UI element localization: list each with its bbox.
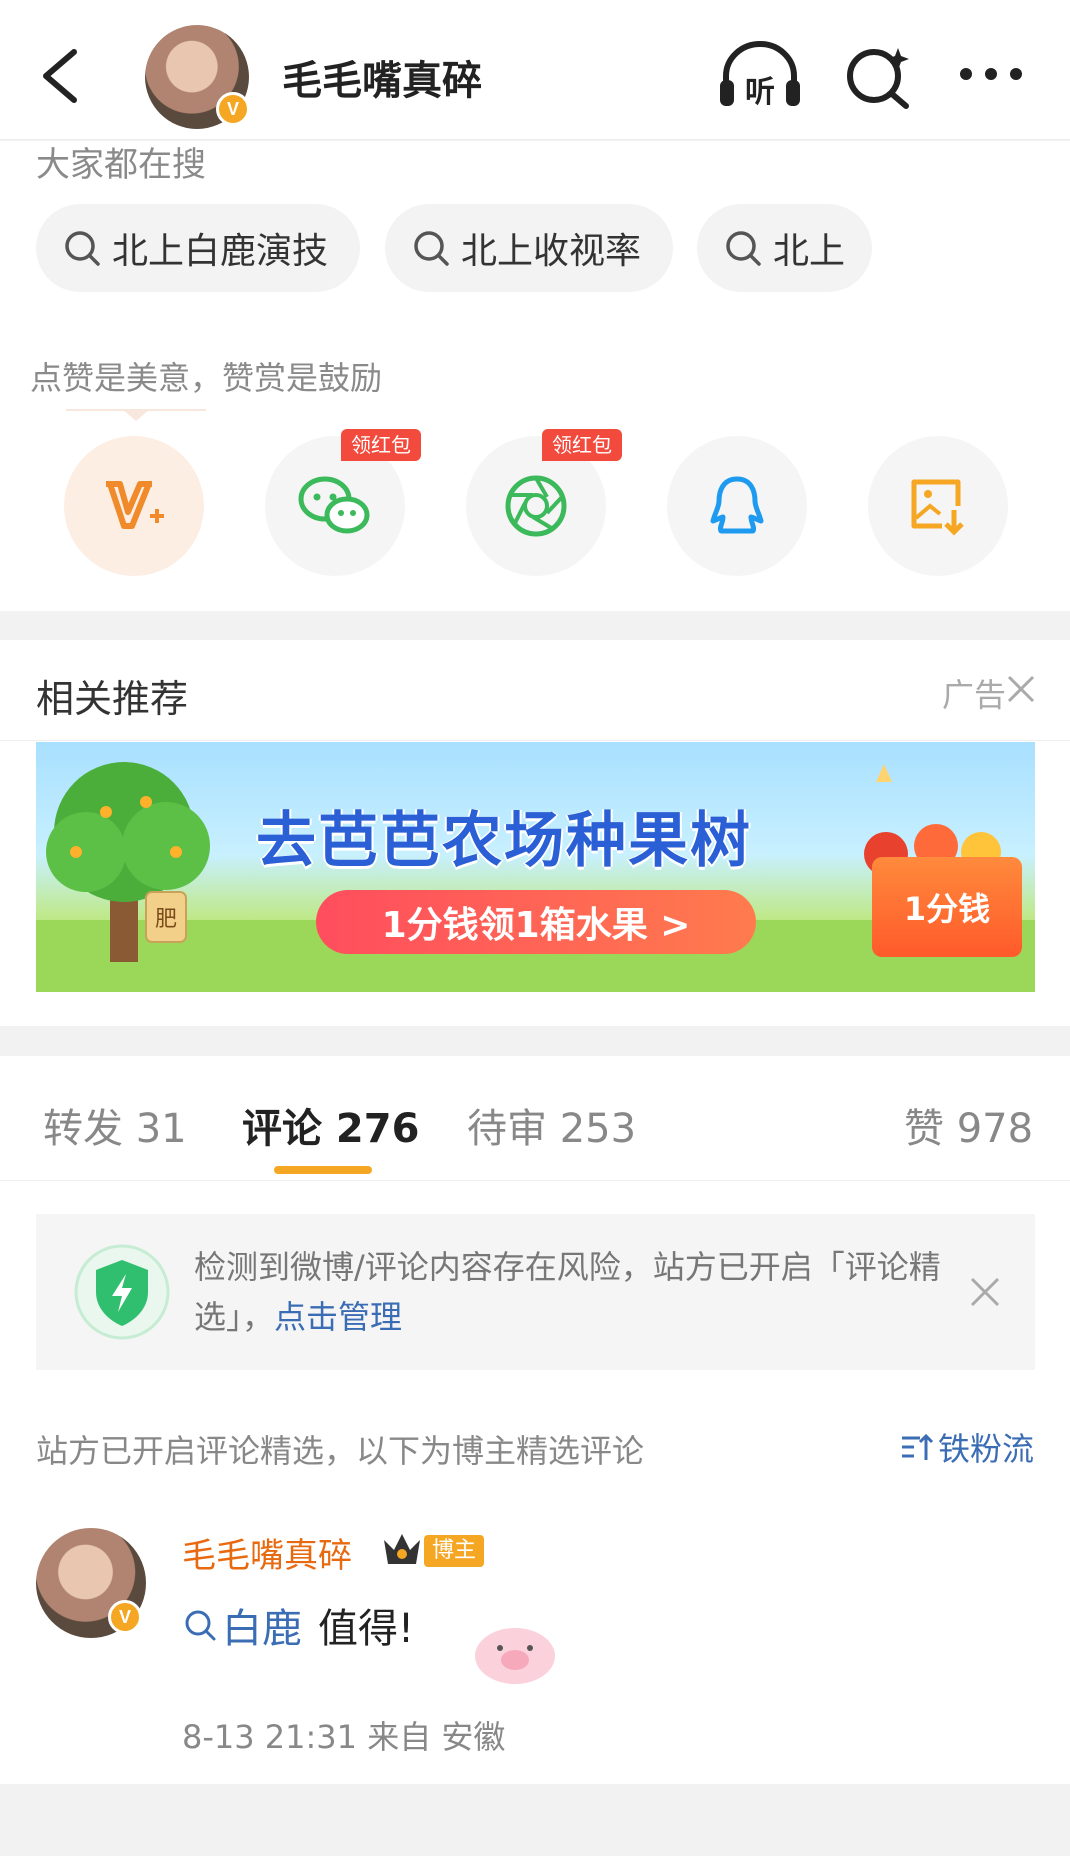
fertilizer-label: 肥 [155, 907, 177, 932]
divider [0, 1180, 1070, 1181]
back-icon[interactable] [36, 46, 82, 106]
qq-icon [710, 476, 764, 534]
qq-share-button[interactable] [667, 436, 807, 576]
search-chip[interactable]: 北上收视率 [385, 204, 673, 292]
search-chip-label: 北上白鹿演技 [112, 231, 329, 272]
search-icon [726, 231, 761, 266]
comment-author[interactable]: 毛毛嘴真碎 [182, 1528, 352, 1577]
tab-likes[interactable]: 赞 978 [904, 1096, 1033, 1154]
moments-icon [505, 475, 567, 537]
comment-body: 值得! [318, 1606, 415, 1652]
crown-icon [384, 1534, 420, 1564]
comment-meta: 8-13 21:31 来自 安徽 [182, 1718, 506, 1756]
search-icon [65, 231, 100, 266]
page-title[interactable]: 毛毛嘴真碎 [282, 48, 482, 106]
red-packet-tag: 领红包 [341, 429, 421, 461]
listen-icon[interactable]: 听 [718, 40, 802, 110]
keyword-link[interactable]: 白鹿 [182, 1596, 302, 1654]
selection-note: 站方已开启评论精选，以下为博主精选评论 [36, 1432, 645, 1470]
v-plus-button[interactable] [64, 436, 204, 576]
save-image-button[interactable] [868, 436, 1008, 576]
ad-banner[interactable]: 肥 去芭芭农场种果树 1分钱领1箱水果 > 1分钱 [36, 742, 1035, 992]
sort-label: 铁粉流 [937, 1430, 1034, 1468]
banner-cta-button[interactable]: 1分钱领1箱水果 > [316, 890, 756, 954]
pointer-arrow [66, 409, 206, 421]
sort-button[interactable]: 铁粉流 [900, 1424, 1034, 1470]
listen-label: 听 [745, 75, 775, 110]
ai-search-icon[interactable] [846, 44, 912, 110]
keyword-text: 白鹿 [222, 1606, 302, 1652]
search-icon [414, 231, 449, 266]
fruit-box: 1分钱 [872, 857, 1022, 957]
recommendation-section: 相关推荐 广告 肥 去芭芭农场种果树 1分钱领1箱水果 > 1分钱 [0, 640, 1070, 1026]
pig-sticker-icon [475, 1628, 555, 1684]
trending-section: 大家都在搜 北上白鹿演技 北上收视率 北上 点赞是美意，赞赏是鼓励 领红包 领红… [0, 141, 1070, 611]
close-icon[interactable] [1006, 674, 1036, 704]
search-chip[interactable]: 北上 [697, 204, 872, 292]
divider [0, 740, 1070, 741]
comment-text: 白鹿 值得! [182, 1596, 414, 1654]
shield-icon [74, 1244, 170, 1340]
verified-badge-icon: V [108, 1600, 142, 1634]
wechat-icon [298, 476, 370, 534]
reward-label: 点赞是美意，赞赏是鼓励 [30, 359, 383, 397]
save-image-icon [911, 479, 964, 536]
verified-badge-icon: V [216, 92, 250, 126]
tab-comments[interactable]: 评论 276 [242, 1096, 419, 1154]
trending-label: 大家都在搜 [36, 145, 206, 185]
search-icon [185, 1610, 216, 1641]
search-chip-label: 北上收视率 [461, 231, 642, 272]
v-plus-icon [106, 481, 164, 529]
tab-repost[interactable]: 转发 31 [43, 1096, 187, 1154]
ad-label: 广告 [941, 676, 1006, 714]
tab-pending[interactable]: 待审 253 [467, 1096, 636, 1154]
close-icon[interactable] [969, 1276, 1001, 1308]
tab-underline [274, 1166, 372, 1174]
search-chip-label: 北上 [773, 231, 846, 272]
manage-link[interactable]: 点击管理 [274, 1298, 402, 1336]
section-title: 相关推荐 [36, 677, 189, 721]
more-icon[interactable] [958, 64, 1024, 84]
search-chip[interactable]: 北上白鹿演技 [36, 204, 360, 292]
comments-section: 转发 31 评论 276 待审 253 赞 978 检测到微博/评论内容存在风险… [0, 1056, 1070, 1784]
banner-headline: 去芭芭农场种果树 [256, 806, 752, 876]
sort-icon [901, 1433, 934, 1460]
risk-notice: 检测到微博/评论内容存在风险，站方已开启「评论精选」，点击管理 [36, 1214, 1035, 1370]
red-packet-tag: 领红包 [542, 429, 622, 461]
notice-text: 检测到微博/评论内容存在风险，站方已开启「评论精选」，点击管理 [194, 1242, 994, 1342]
top-bar: V 毛毛嘴真碎 听 [0, 0, 1070, 140]
author-badge: 博主 [424, 1535, 485, 1567]
